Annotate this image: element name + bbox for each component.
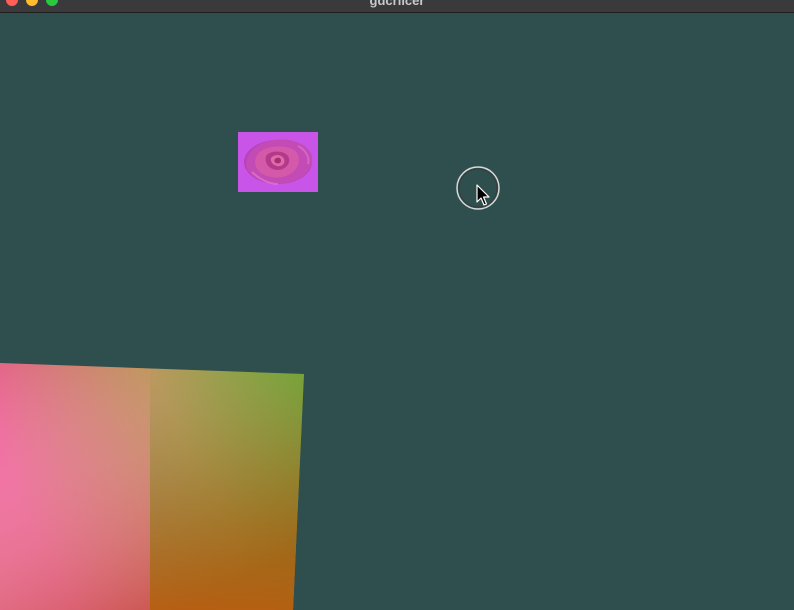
window-title: gdcriicer [369, 0, 425, 8]
rose-sprite-icon [238, 132, 318, 192]
title-bar: gdcriicer [0, 0, 794, 13]
app-window: gdcriicer [0, 0, 794, 610]
gradient-quad [0, 363, 304, 610]
render-canvas[interactable] [0, 13, 794, 610]
arrow-cursor-icon [456, 166, 500, 210]
